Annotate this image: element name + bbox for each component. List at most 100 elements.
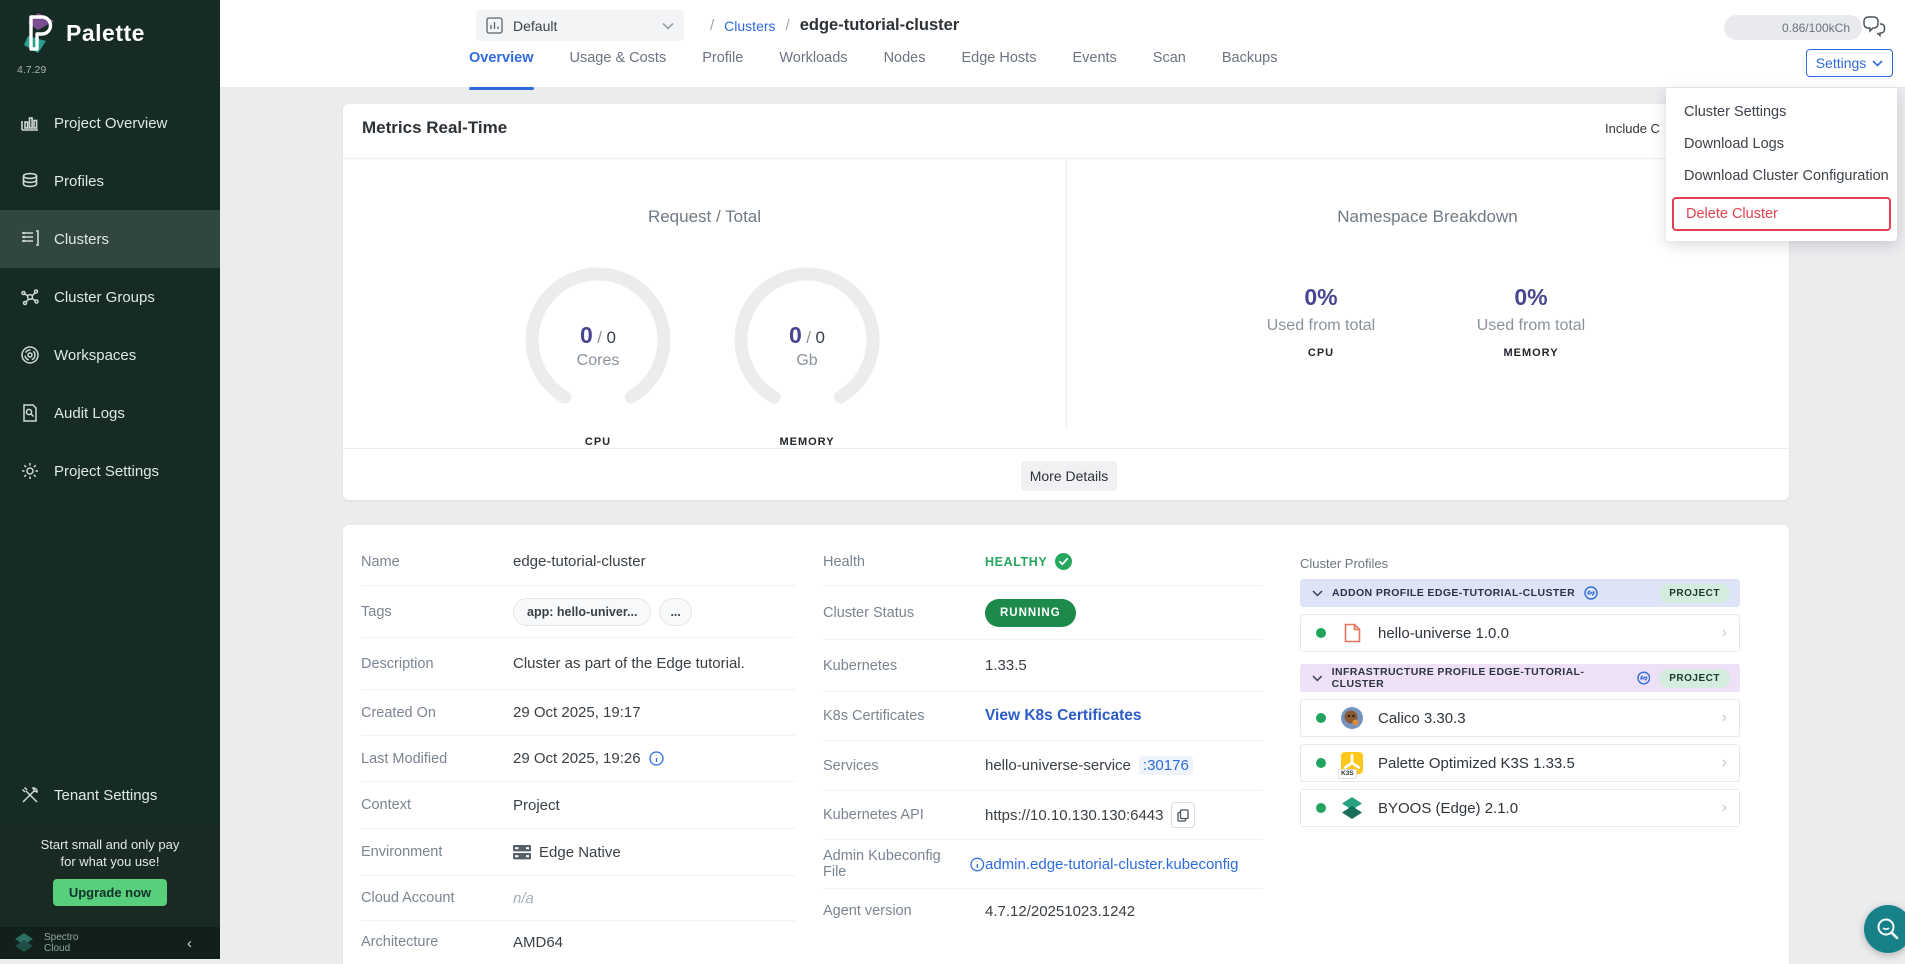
gear-icon bbox=[20, 461, 40, 481]
profile-pack-row-hello-universe[interactable]: hello-universe 1.0.0 › bbox=[1300, 614, 1740, 652]
palette-logo: Palette bbox=[20, 12, 145, 54]
memory-breakdown-stat: 0% Used from total MEMORY bbox=[1421, 284, 1641, 359]
tab-overview[interactable]: Overview bbox=[469, 50, 534, 76]
sidebar-item-label: Project Settings bbox=[54, 463, 159, 480]
pack-name: Calico 3.30.3 bbox=[1378, 710, 1708, 727]
profile-pack-row-byoos[interactable]: BYOOS (Edge) 2.1.0 › bbox=[1300, 789, 1740, 827]
cluster-profiles-title: Cluster Profiles bbox=[1300, 556, 1740, 571]
cpu-gauge: 0 / 0 Cores CPU bbox=[518, 260, 678, 420]
chevron-right-icon: › bbox=[1722, 799, 1727, 817]
sidebar-nav: Project Overview Profiles Clusters Clust… bbox=[0, 94, 220, 500]
sidebar-item-label: Project Overview bbox=[54, 115, 167, 132]
sidebar-item-workspaces[interactable]: Workspaces bbox=[0, 326, 220, 384]
detail-value: Project bbox=[513, 797, 560, 814]
chevron-down-icon bbox=[1312, 590, 1323, 597]
detail-row-kubernetes: Kubernetes 1.33.5 bbox=[823, 640, 1263, 692]
gauge-kind-label: CPU bbox=[518, 436, 678, 448]
detail-label: Description bbox=[361, 656, 513, 672]
chat-icon[interactable] bbox=[1860, 14, 1888, 42]
tab-nodes[interactable]: Nodes bbox=[884, 50, 926, 76]
chart-icon bbox=[486, 17, 503, 34]
addon-profile-group-header[interactable]: ADDON PROFILE EDGE-TUTORIAL-CLUSTER PROJ… bbox=[1300, 579, 1740, 607]
tab-workloads[interactable]: Workloads bbox=[779, 50, 847, 76]
sidebar-item-cluster-groups[interactable]: Cluster Groups bbox=[0, 268, 220, 326]
tab-edge-hosts[interactable]: Edge Hosts bbox=[961, 50, 1036, 76]
tab-bar: Overview Usage & Costs Profile Workloads… bbox=[469, 50, 1277, 76]
sidebar-item-project-settings[interactable]: Project Settings bbox=[0, 442, 220, 500]
gauge-kind-label: MEMORY bbox=[727, 436, 887, 448]
sidebar-item-tenant-settings[interactable]: Tenant Settings bbox=[0, 766, 220, 824]
detail-value: 1.33.5 bbox=[985, 657, 1027, 674]
detail-label: Environment bbox=[361, 844, 513, 860]
cluster-profiles-panel: Cluster Profiles ADDON PROFILE EDGE-TUTO… bbox=[1300, 556, 1740, 827]
stat-kind-label: CPU bbox=[1211, 347, 1431, 359]
tab-events[interactable]: Events bbox=[1072, 50, 1116, 76]
support-help-button[interactable] bbox=[1864, 905, 1905, 953]
settings-button[interactable]: Settings bbox=[1806, 49, 1893, 77]
audit-log-icon bbox=[20, 403, 40, 423]
gauge-value: 0 / 0 Gb bbox=[727, 322, 887, 370]
stat-caption: Used from total bbox=[1211, 317, 1431, 335]
service-port-link[interactable]: :30176 bbox=[1139, 756, 1193, 775]
sidebar-item-label: Profiles bbox=[54, 173, 104, 190]
infrastructure-profile-group-header[interactable]: INFRASTRUCTURE PROFILE EDGE-TUTORIAL-CLU… bbox=[1300, 664, 1740, 692]
status-dot bbox=[1316, 758, 1326, 768]
k3s-tag: K3S bbox=[1338, 769, 1357, 779]
detail-row-architecture: Architecture AMD64 bbox=[361, 921, 795, 963]
breadcrumb-clusters-link[interactable]: Clusters bbox=[724, 18, 775, 34]
workspaces-icon bbox=[20, 345, 40, 365]
sidebar-item-profiles[interactable]: Profiles bbox=[0, 152, 220, 210]
tab-backups[interactable]: Backups bbox=[1222, 50, 1278, 76]
info-icon[interactable] bbox=[970, 857, 985, 872]
link-icon[interactable] bbox=[1637, 671, 1651, 685]
tab-profile[interactable]: Profile bbox=[702, 50, 743, 76]
tab-usage-costs[interactable]: Usage & Costs bbox=[570, 50, 667, 76]
more-details-button[interactable]: More Details bbox=[1021, 461, 1117, 491]
kubeconfig-download-link[interactable]: admin.edge-tutorial-cluster.kubeconfig bbox=[985, 856, 1238, 873]
sidebar-collapse-chevron[interactable]: ‹ bbox=[187, 935, 192, 952]
upgrade-now-button[interactable]: Upgrade now bbox=[53, 879, 167, 906]
sidebar-item-audit-logs[interactable]: Audit Logs bbox=[0, 384, 220, 442]
detail-label: Kubernetes API bbox=[823, 807, 985, 823]
stat-percent: 0% bbox=[1421, 284, 1641, 311]
sidebar-item-label: Tenant Settings bbox=[54, 787, 157, 804]
detail-row-last-modified: Last Modified 29 Oct 2025, 19:26 bbox=[361, 736, 795, 782]
sidebar-item-project-overview[interactable]: Project Overview bbox=[0, 94, 220, 152]
tag-pill[interactable]: app: hello-univer... bbox=[513, 598, 651, 626]
copy-button[interactable] bbox=[1171, 802, 1195, 828]
brand-name: Palette bbox=[66, 20, 145, 47]
menu-item-download-cluster-configuration[interactable]: Download Cluster Configuration bbox=[1666, 160, 1897, 192]
gauge-total: 0 bbox=[606, 328, 615, 347]
status-dot bbox=[1316, 713, 1326, 723]
metrics-title: Metrics Real-Time bbox=[362, 118, 507, 138]
menu-item-cluster-settings[interactable]: Cluster Settings bbox=[1666, 96, 1897, 128]
include-toggle-label[interactable]: Include C bbox=[1605, 121, 1660, 136]
sidebar-item-label: Clusters bbox=[54, 231, 109, 248]
tab-scan[interactable]: Scan bbox=[1153, 50, 1186, 76]
sidebar: Palette 4.7.29 Project Overview Profiles… bbox=[0, 0, 220, 959]
chevron-right-icon: › bbox=[1722, 754, 1727, 772]
sidebar-item-clusters[interactable]: Clusters bbox=[0, 210, 220, 268]
detail-value: edge-tutorial-cluster bbox=[513, 553, 646, 570]
view-k8s-certificates-link[interactable]: View K8s Certificates bbox=[985, 707, 1142, 725]
status-dot bbox=[1316, 628, 1326, 638]
info-icon[interactable] bbox=[649, 751, 664, 766]
detail-row-name: Name edge-tutorial-cluster bbox=[361, 538, 795, 586]
usage-quota-badge: 0.86/100kCh bbox=[1724, 15, 1862, 40]
profile-pack-row-k3s[interactable]: K3S Palette Optimized K3S 1.33.5 › bbox=[1300, 744, 1740, 782]
tag-more-pill[interactable]: ... bbox=[659, 598, 691, 626]
stat-percent: 0% bbox=[1211, 284, 1431, 311]
detail-row-kubernetes-api: Kubernetes API https://10.10.130.130:644… bbox=[823, 791, 1263, 840]
project-selector[interactable]: Default bbox=[476, 10, 684, 41]
detail-label: Agent version bbox=[823, 903, 985, 919]
sidebar-footer: Spectro Cloud ‹ bbox=[0, 927, 220, 959]
link-icon[interactable] bbox=[1584, 586, 1598, 600]
menu-item-download-logs[interactable]: Download Logs bbox=[1666, 128, 1897, 160]
divider bbox=[343, 448, 1789, 449]
detail-value: 4.7.12/20251023.1242 bbox=[985, 903, 1135, 920]
detail-row-admin-kubeconfig: Admin Kubeconfig File admin.edge-tutoria… bbox=[823, 840, 1263, 889]
project-selector-value: Default bbox=[513, 18, 652, 34]
profile-pack-row-calico[interactable]: Calico 3.30.3 › bbox=[1300, 699, 1740, 737]
menu-item-delete-cluster[interactable]: Delete Cluster bbox=[1672, 197, 1891, 231]
promo-text-line2: for what you use! bbox=[0, 853, 220, 870]
